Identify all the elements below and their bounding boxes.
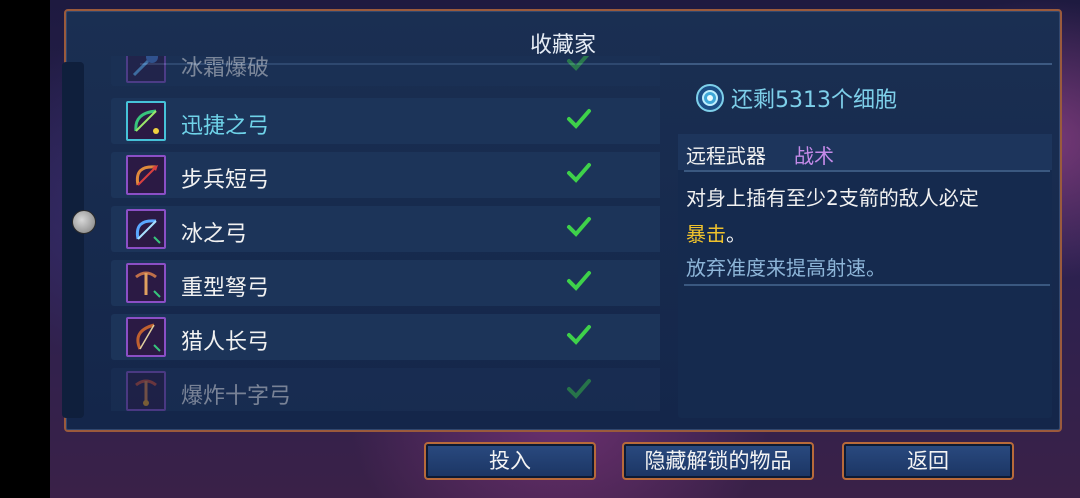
item-name: 冰之弓 <box>181 222 248 247</box>
panel-title: 收藏家 <box>529 33 596 58</box>
detail-divider <box>684 284 1050 286</box>
hunter-longbow-icon <box>126 317 166 357</box>
cells-remaining-text: 还剩5313个细胞 <box>731 88 897 113</box>
detail-divider <box>684 170 1050 172</box>
item-detail-panel: 远程武器 战术 对身上插有至少2支箭的敌人必定 暴击。 放弃准度来提高射速。 <box>678 134 1052 418</box>
description-end: 。 <box>726 222 746 246</box>
weapon-type: 远程武器 <box>686 144 766 168</box>
check-icon <box>567 379 591 399</box>
back-button[interactable]: 返回 <box>842 442 1014 480</box>
list-item[interactable]: 爆炸十字弓 <box>111 368 660 411</box>
cell-counter: 还剩5313个细胞 <box>695 82 897 114</box>
check-icon <box>567 56 590 71</box>
invest-button[interactable]: 投入 <box>424 442 596 480</box>
item-name: 冰霜爆破 <box>181 56 270 81</box>
item-name: 猎人长弓 <box>181 330 270 355</box>
critical-keyword: 暴击 <box>686 222 726 246</box>
item-name: 爆炸十字弓 <box>181 384 292 409</box>
list-item[interactable]: 步兵短弓 <box>111 152 660 198</box>
item-name: 迅捷之弓 <box>181 114 270 139</box>
explosive-crossbow-icon <box>126 371 166 411</box>
list-item[interactable]: 重型弩弓 <box>111 260 660 306</box>
list-item[interactable]: 迅捷之弓 <box>111 98 660 144</box>
item-name: 步兵短弓 <box>181 168 270 193</box>
quick-bow-icon <box>126 101 166 141</box>
cell-icon <box>696 84 724 112</box>
check-icon <box>567 163 591 183</box>
ice-bow-icon <box>126 209 166 249</box>
screen-edge <box>0 0 50 498</box>
description-text: 对身上插有至少2支箭的敌人必定 <box>686 186 979 210</box>
check-icon <box>567 271 591 291</box>
hide-unlocked-button[interactable]: 隐藏解锁的物品 <box>622 442 814 480</box>
item-description: 对身上插有至少2支箭的敌人必定 暴击。 <box>686 180 1046 252</box>
item-list: 冰霜爆破 迅捷之弓 步兵短弓 冰之弓 重型弩弓 猎人长弓 爆炸十字弓 <box>64 56 660 411</box>
check-icon <box>567 217 591 237</box>
item-name: 重型弩弓 <box>181 276 270 301</box>
weapon-tag: 战术 <box>794 144 834 168</box>
infantry-bow-icon <box>126 155 166 195</box>
item-note: 放弃准度来提高射速。 <box>686 256 886 280</box>
list-item[interactable]: 冰之弓 <box>111 206 660 252</box>
list-item[interactable]: 冰霜爆破 <box>111 56 660 86</box>
list-item[interactable]: 猎人长弓 <box>111 314 660 360</box>
frost-blast-icon <box>126 56 166 83</box>
heavy-crossbow-icon <box>126 263 166 303</box>
check-icon <box>567 325 591 345</box>
check-icon <box>567 109 591 129</box>
